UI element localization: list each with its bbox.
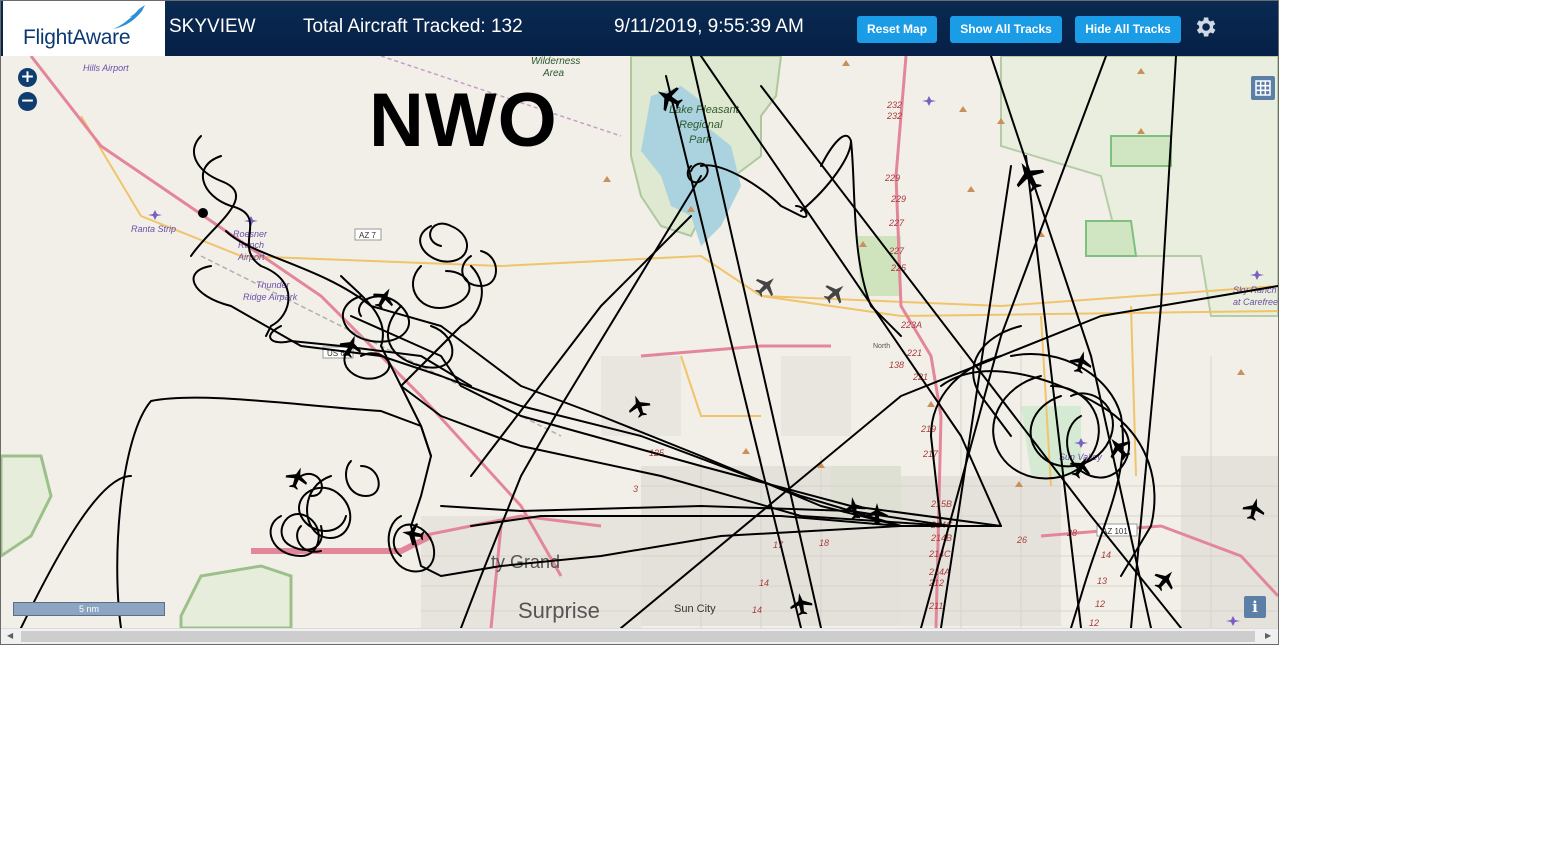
scroll-left-icon[interactable]: ◀: [7, 631, 13, 640]
layers-grid-icon[interactable]: [1251, 76, 1275, 100]
skyview-window: FlightAware SKYVIEW Total Aircraft Track…: [0, 0, 1279, 645]
aircraft-icon[interactable]: [625, 392, 653, 420]
gear-icon[interactable]: [1192, 14, 1218, 40]
reset-map-button[interactable]: Reset Map: [857, 16, 937, 43]
aircraft-icon[interactable]: [1150, 565, 1181, 596]
aircraft-count: Total Aircraft Tracked: 132: [303, 16, 523, 37]
horizontal-scrollbar[interactable]: ◀ ▶: [1, 628, 1278, 644]
hide-all-tracks-button[interactable]: Hide All Tracks: [1075, 16, 1181, 43]
zoom-in-button[interactable]: +: [18, 68, 37, 87]
aircraft-icon[interactable]: [750, 270, 781, 301]
product-title: SKYVIEW: [169, 16, 256, 37]
flight-tracks[interactable]: [1, 56, 1278, 628]
aircraft-icon[interactable]: [1241, 496, 1268, 523]
aircraft-icon[interactable]: [820, 278, 851, 309]
top-bar: FlightAware SKYVIEW Total Aircraft Track…: [1, 1, 1278, 56]
scrollbar-thumb[interactable]: [21, 631, 1255, 642]
overlay-label: NWO: [369, 78, 558, 163]
map-canvas[interactable]: Wilderness Area Lake Pleasant Regional P…: [1, 56, 1278, 628]
scale-bar: 5 nm: [13, 602, 165, 616]
zoom-out-button[interactable]: −: [18, 92, 37, 111]
show-all-tracks-button[interactable]: Show All Tracks: [950, 16, 1062, 43]
aircraft-icon[interactable]: [283, 464, 311, 492]
info-button[interactable]: i: [1244, 596, 1266, 618]
timestamp: 9/11/2019, 9:55:39 AM: [614, 16, 804, 37]
scroll-right-icon[interactable]: ▶: [1265, 631, 1271, 640]
logo-text: FlightAware: [23, 26, 131, 49]
aircraft-icon[interactable]: [1102, 431, 1136, 465]
flightaware-logo[interactable]: FlightAware: [3, 1, 165, 56]
